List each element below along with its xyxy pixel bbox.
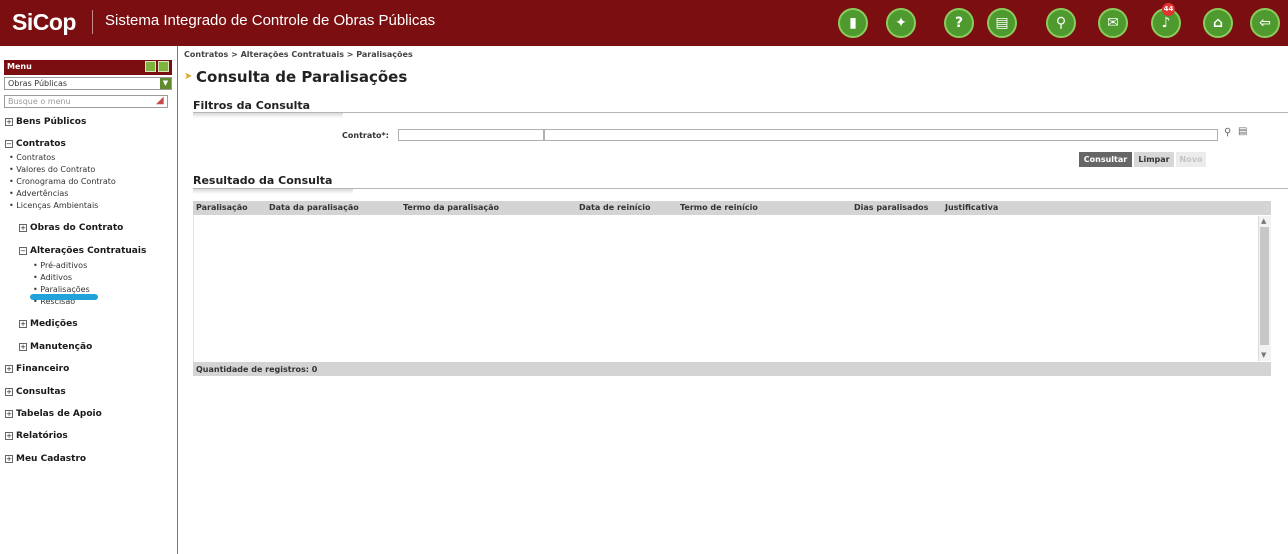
results-shadow [193, 189, 353, 194]
contrato-label: Contrato*: [342, 131, 389, 140]
novo-button: Novo [1176, 152, 1206, 167]
page-title: Consulta de Paralisações [196, 68, 408, 86]
filters-shadow [193, 113, 343, 118]
menu-section-bens-publicos[interactable]: + Bens Públicos [5, 117, 86, 127]
expand-icon[interactable]: + [19, 319, 27, 328]
app-title: Sistema Integrado de Controle de Obras P… [105, 12, 436, 29]
module-select[interactable]: Obras Públicas ▼ [4, 77, 172, 90]
breadcrumb: Contratos > Alterações Contratuais > Par… [184, 50, 413, 59]
collapse-icon[interactable]: − [5, 139, 13, 148]
column-header[interactable]: Data da paralisação [269, 203, 359, 212]
expand-icon[interactable]: + [5, 431, 13, 440]
contrato-description-input[interactable] [544, 129, 1218, 141]
menu-section-tabelas-de-apoio[interactable]: + Tabelas de Apoio [5, 409, 102, 419]
results-table-header: Paralisação Data da paralisação Termo da… [193, 201, 1271, 215]
menu-item-valores-do-contrato[interactable]: • Valores do Contrato [9, 165, 95, 174]
expand-icon[interactable]: + [5, 387, 13, 396]
menu-item-advertencias[interactable]: • Advertências [9, 189, 68, 198]
collapse-icon[interactable]: − [19, 246, 27, 255]
results-table-body [193, 215, 1271, 362]
eraser-icon[interactable]: ◢ [156, 95, 164, 106]
menu-item-paralisacoes[interactable]: • Paralisações [33, 285, 90, 294]
column-header[interactable]: Data de reinício [579, 203, 651, 212]
menu-section-relatorios[interactable]: + Relatórios [5, 431, 68, 441]
column-header[interactable]: Dias paralisados [854, 203, 928, 212]
menu-item-cronograma-do-contrato[interactable]: • Cronograma do Contrato [9, 177, 116, 186]
expand-icon[interactable]: + [5, 364, 13, 373]
scroll-up-icon[interactable]: ▲ [1261, 217, 1266, 225]
expand-icon[interactable]: + [5, 117, 13, 126]
column-header[interactable]: Termo de reinício [680, 203, 758, 212]
menu-section-obras-do-contrato[interactable]: + Obras do Contrato [19, 223, 123, 233]
menu-collapse-icon[interactable] [158, 61, 169, 72]
mobile-icon[interactable]: ▮ [838, 8, 868, 38]
home-icon[interactable]: ⌂ [1203, 8, 1233, 38]
menu-item-aditivos[interactable]: • Aditivos [33, 273, 72, 282]
limpar-button[interactable]: Limpar [1134, 152, 1174, 167]
expand-icon[interactable]: + [5, 454, 13, 463]
results-divider [193, 188, 1288, 189]
app-logo[interactable]: SiCop [12, 9, 76, 36]
book-icon[interactable]: ▤ [987, 8, 1017, 38]
menu-search-input[interactable]: Busque o menu [4, 95, 168, 108]
logout-icon[interactable]: ⇦ [1250, 8, 1280, 38]
contrato-code-input[interactable] [398, 129, 544, 141]
menu-section-meu-cadastro[interactable]: + Meu Cadastro [5, 454, 86, 464]
scroll-down-icon[interactable]: ▼ [1261, 351, 1266, 359]
highlight-mark [30, 294, 98, 300]
column-header[interactable]: Termo da paralisação [403, 203, 499, 212]
document-icon[interactable]: ▤ [1238, 126, 1247, 137]
menu-label: Menu [7, 62, 32, 71]
help-icon[interactable]: ? [944, 8, 974, 38]
filters-section-title: Filtros da Consulta [193, 99, 311, 112]
title-arrow-icon: ➤ [184, 71, 193, 82]
menu-header: Menu [4, 60, 172, 75]
module-select-value: Obras Públicas [8, 79, 68, 88]
notification-badge: 44 [1162, 3, 1175, 16]
menu-section-contratos[interactable]: − Contratos [5, 139, 66, 149]
menu-item-pre-aditivos[interactable]: • Pré-aditivos [33, 261, 87, 270]
menu-expand-icon[interactable] [145, 61, 156, 72]
menu-item-contratos[interactable]: • Contratos [9, 153, 55, 162]
filters-divider [193, 112, 1288, 113]
menu-section-medicoes[interactable]: + Medições [19, 319, 78, 329]
menu-section-consultas[interactable]: + Consultas [5, 387, 66, 397]
expand-icon[interactable]: + [19, 223, 27, 232]
menu-section-manutencao[interactable]: + Manutenção [19, 342, 92, 352]
expand-icon[interactable]: + [5, 409, 13, 418]
results-section-title: Resultado da Consulta [193, 174, 333, 187]
search-icon[interactable]: ⚲ [1046, 8, 1076, 38]
consultar-button[interactable]: Consultar [1079, 152, 1132, 167]
menu-section-financeiro[interactable]: + Financeiro [5, 364, 69, 374]
menu-section-alteracoes-contratuais[interactable]: − Alterações Contratuais [19, 246, 146, 256]
menu-item-licencas-ambientais[interactable]: • Licenças Ambientais [9, 201, 98, 210]
sidebar: Menu Obras Públicas ▼ Busque o menu ◢ + B… [0, 46, 178, 554]
top-bar: SiCop Sistema Integrado de Controle de O… [0, 0, 1288, 46]
main-content: Contratos > Alterações Contratuais > Par… [180, 46, 1288, 554]
mail-icon[interactable]: ✉ [1098, 8, 1128, 38]
record-count: Quantidade de registros: 0 [193, 362, 1271, 376]
column-header[interactable]: Paralisação [196, 203, 248, 212]
scrollbar-thumb[interactable] [1260, 227, 1269, 345]
logo-divider [92, 10, 93, 34]
magnifier-icon[interactable]: ⚲ [1224, 127, 1231, 138]
column-header[interactable]: Justificativa [945, 203, 998, 212]
handshake-icon[interactable]: ✦ [886, 8, 916, 38]
chevron-down-icon[interactable]: ▼ [160, 78, 171, 89]
expand-icon[interactable]: + [19, 342, 27, 351]
notification-bell-icon[interactable]: ♪ 44 [1151, 3, 1181, 38]
